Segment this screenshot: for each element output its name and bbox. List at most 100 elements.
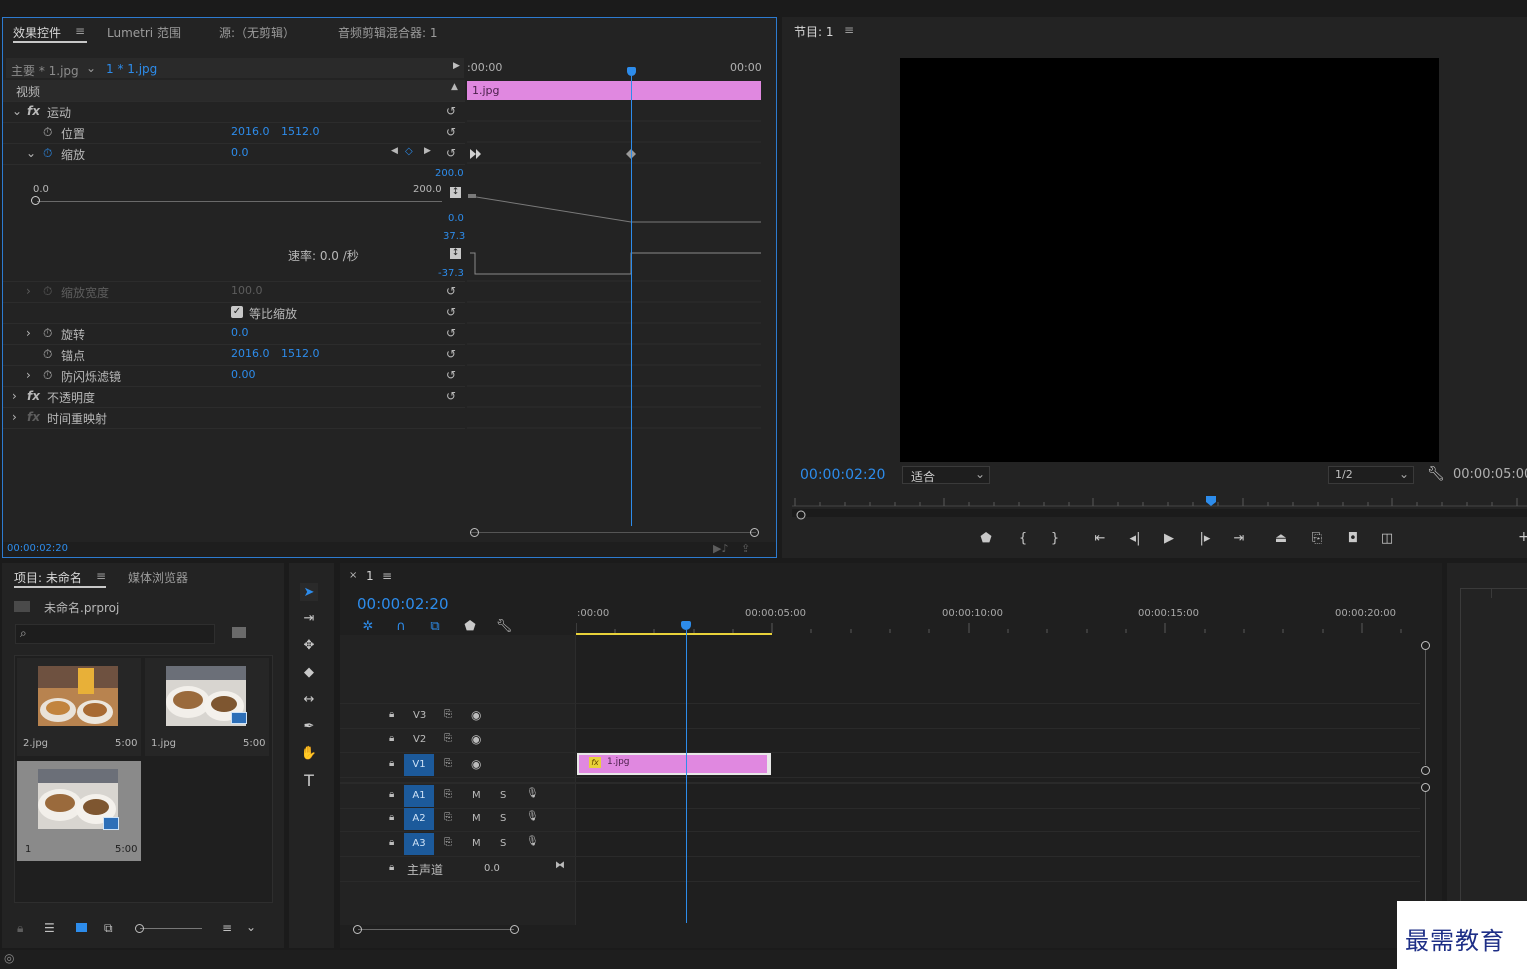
rotation-value[interactable]: 0.0 — [231, 326, 249, 339]
play-button[interactable]: ▶ — [1160, 529, 1178, 547]
program-menu-icon[interactable]: ≡ — [844, 23, 854, 37]
type-tool-icon[interactable]: T — [300, 771, 318, 790]
track-a1[interactable]: 🔒︎ A1 ⎘ M S 🎙︎ — [340, 782, 1420, 809]
lock-icon[interactable]: 🔒︎ — [389, 789, 394, 800]
scale-value[interactable]: 0.0 — [231, 146, 249, 159]
solo-button[interactable]: S — [500, 790, 506, 801]
step-forward-button[interactable]: |▸ — [1196, 529, 1214, 547]
stopwatch-icon[interactable]: ⏱ — [43, 326, 52, 341]
add-keyframe-icon[interactable]: ◇ — [405, 146, 413, 157]
fx-badge-icon[interactable]: fx — [27, 104, 40, 118]
snap-magnet-icon[interactable]: ∩ — [392, 617, 410, 635]
tab-audio-clip-mixer[interactable]: 音频剪辑混合器: 1 — [338, 24, 438, 41]
list-view-icon[interactable]: ☰ — [44, 921, 55, 935]
fx-badge-icon[interactable]: fx — [27, 389, 40, 403]
timeline-zoom-scrollbar[interactable] — [358, 929, 514, 930]
lock-icon[interactable]: 🔒︎ — [17, 921, 23, 936]
position-y-value[interactable]: 1512.0 — [281, 125, 320, 138]
mute-button[interactable]: M — [472, 838, 481, 849]
next-keyframe-icon[interactable]: ▶ — [424, 146, 431, 156]
expand-chevron-icon[interactable]: ⌄ — [26, 146, 36, 160]
pen-tool-icon[interactable]: ✒ — [300, 717, 318, 735]
kf-zoom-scrollbar[interactable] — [471, 532, 756, 533]
sequence-clip-label[interactable]: 1 * 1.jpg — [106, 62, 157, 76]
reset-icon[interactable]: ↺ — [446, 104, 458, 118]
sequence-tab[interactable]: 1 — [366, 569, 374, 583]
extract-button[interactable]: ⎘ — [1308, 529, 1326, 547]
project-item[interactable]: 2.jpg 5:00 — [17, 658, 141, 756]
lock-icon[interactable]: 🔒︎ — [389, 812, 394, 823]
tab-effect-controls[interactable]: 效果控件 — [13, 24, 61, 41]
thumbnail-size-handle[interactable] — [135, 924, 144, 933]
graph-expand-icon[interactable]: ↕ — [450, 187, 461, 198]
solo-button[interactable]: S — [500, 813, 506, 824]
reset-icon[interactable]: ↺ — [446, 368, 458, 382]
vscroll-track[interactable] — [1425, 650, 1426, 765]
linked-selection-icon[interactable]: ⧉ — [426, 617, 444, 635]
velocity-expand-icon[interactable]: ↕ — [450, 248, 461, 259]
go-to-out-button[interactable]: ⇥ — [1230, 529, 1248, 547]
slip-tool-icon[interactable]: ↔ — [300, 690, 318, 708]
kf-zoom-right-handle[interactable] — [750, 528, 759, 537]
sync-lock-icon[interactable]: ⎘ — [444, 733, 452, 744]
mute-button[interactable]: M — [472, 813, 481, 824]
expand-chevron-icon[interactable]: › — [26, 368, 31, 382]
nest-toggle-icon[interactable]: ✲ — [359, 617, 377, 635]
program-ruler[interactable] — [792, 493, 1527, 523]
track-a3[interactable]: 🔒︎ A3 ⎘ M S 🎙︎ — [340, 832, 1420, 857]
ripple-edit-tool-icon[interactable]: ✥ — [300, 636, 318, 654]
prev-keyframe-icon[interactable]: ◀ — [391, 146, 398, 156]
reset-icon[interactable]: ↺ — [446, 389, 458, 403]
timeline-settings-wrench-icon[interactable]: 🔧︎ — [495, 617, 513, 635]
expand-chevron-icon[interactable]: ⌄ — [12, 104, 22, 118]
flicker-value[interactable]: 0.00 — [231, 368, 256, 381]
microphone-icon[interactable]: 🎙︎ — [526, 788, 539, 799]
kf-zoom-left-handle[interactable] — [470, 528, 479, 537]
scale-slider-handle[interactable] — [31, 196, 40, 205]
icon-view-icon[interactable] — [76, 923, 87, 932]
reset-icon[interactable]: ↺ — [446, 146, 458, 160]
mark-out-button[interactable]: } — [1046, 529, 1064, 547]
project-menu-icon[interactable]: ≡ — [96, 569, 106, 583]
tab-effect-menu[interactable]: ≡ — [75, 24, 85, 38]
sync-lock-icon[interactable]: ⎘ — [444, 789, 452, 800]
expand-chevron-icon[interactable]: › — [26, 284, 31, 298]
lift-button[interactable]: ⏏ — [1272, 529, 1290, 547]
stopwatch-icon[interactable]: ⏱ — [43, 368, 52, 383]
go-to-in-button[interactable]: ⇤ — [1091, 529, 1109, 547]
timeline-menu-icon[interactable]: ≡ — [382, 569, 392, 583]
track-select-tool-icon[interactable]: ⇥ — [300, 609, 318, 627]
chevron-down-icon[interactable]: ⌄ — [246, 920, 256, 934]
eye-icon[interactable]: ◉ — [471, 732, 481, 746]
lock-icon[interactable]: 🔒︎ — [389, 862, 394, 873]
export-icon[interactable]: ⇪ — [741, 542, 750, 555]
eye-icon[interactable]: ◉ — [471, 757, 481, 771]
chevron-down-icon[interactable]: ⌄ — [86, 61, 96, 75]
razor-tool-icon[interactable]: ◆ — [300, 663, 318, 681]
program-title[interactable]: 节目: 1 — [794, 23, 834, 40]
project-item[interactable]: 1.jpg 5:00 — [145, 658, 269, 756]
expand-chevron-icon[interactable]: › — [12, 410, 17, 424]
new-bin-from-search-icon[interactable] — [232, 627, 246, 638]
lock-icon[interactable]: 🔒︎ — [389, 758, 394, 769]
lock-icon[interactable]: 🔒︎ — [389, 837, 394, 848]
sync-lock-icon[interactable]: ⎘ — [444, 758, 452, 769]
solo-button[interactable]: S — [500, 838, 506, 849]
stopwatch-icon[interactable]: ⏱ — [43, 347, 52, 362]
expand-chevron-icon[interactable]: › — [12, 389, 17, 403]
play-only-icon[interactable]: ▶ — [453, 61, 460, 71]
resolution-dropdown[interactable]: 1/2 ⌄ — [1328, 466, 1414, 484]
eye-icon[interactable]: ◉ — [471, 708, 481, 722]
uniform-scale-checkbox[interactable]: ✓ — [231, 306, 243, 318]
hand-tool-icon[interactable]: ✋ — [300, 744, 318, 762]
go-to-end-icon[interactable]: ⧓ — [555, 860, 565, 871]
timeline-zoom-left-handle[interactable] — [353, 925, 362, 934]
sync-lock-icon[interactable]: ⎘ — [444, 837, 452, 848]
timeline-clip[interactable]: fx 1.jpg — [577, 753, 771, 775]
stopwatch-active-icon[interactable]: ⏱ — [43, 146, 52, 161]
step-back-button[interactable]: ◂| — [1126, 529, 1144, 547]
sync-lock-icon[interactable]: ⎘ — [444, 812, 452, 823]
reset-icon[interactable]: ↺ — [446, 305, 458, 319]
track-label-v3[interactable]: V3 — [413, 710, 426, 721]
tab-media-browser[interactable]: 媒体浏览器 — [128, 569, 188, 586]
